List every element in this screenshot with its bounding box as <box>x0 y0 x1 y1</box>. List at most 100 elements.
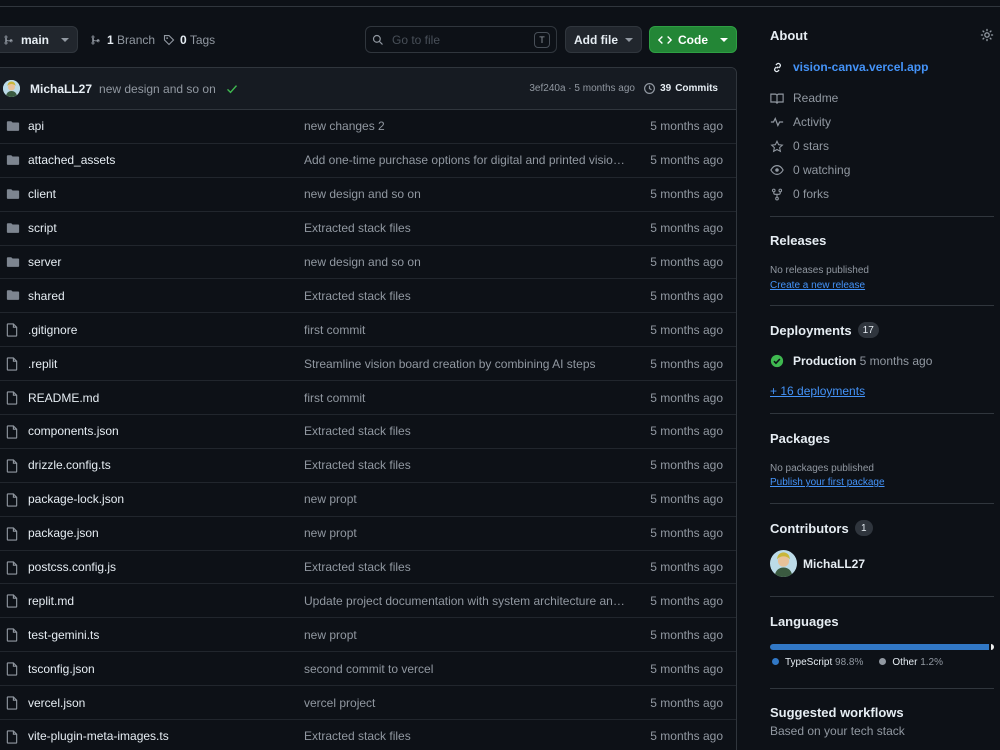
stars-link[interactable]: 0 stars <box>770 139 829 153</box>
file-commit-date: 5 months ago <box>650 424 723 439</box>
file-row[interactable]: vite-plugin-meta-images.ts Extracted stac… <box>0 720 736 750</box>
activity-link[interactable]: Activity <box>770 115 831 129</box>
file-name-link[interactable]: package-lock.json <box>28 492 124 506</box>
eye-icon <box>770 164 784 176</box>
file-commit-date: 5 months ago <box>650 119 723 134</box>
file-name-link[interactable]: .gitignore <box>28 323 77 337</box>
file-commit-message-link[interactable]: Extracted stack files <box>304 424 628 438</box>
contributors-heading[interactable]: Contributors 1 <box>770 520 873 536</box>
branch-selector-button[interactable]: main <box>0 26 78 53</box>
file-row[interactable]: server new design and so on 5 months ago <box>0 246 736 280</box>
file-commit-message-link[interactable]: Update project documentation with system… <box>304 594 628 608</box>
file-name-link[interactable]: components.json <box>28 424 119 438</box>
file-commit-message-link[interactable]: new design and so on <box>304 187 628 201</box>
file-commit-message-link[interactable]: Add one-time purchase options for digita… <box>304 153 628 167</box>
file-row[interactable]: .gitignore first commit 5 months ago <box>0 313 736 348</box>
file-name-link[interactable]: client <box>28 187 56 201</box>
file-name-link[interactable]: postcss.config.js <box>28 560 116 574</box>
file-row[interactable]: attached_assets Add one-time purchase opt… <box>0 144 736 178</box>
language-dot-icon <box>879 658 887 665</box>
contributor-item[interactable]: MichaLL27 <box>770 550 865 577</box>
file-commit-message-link[interactable]: first commit <box>304 323 628 337</box>
file-name-link[interactable]: drizzle.config.ts <box>28 458 111 472</box>
folder-icon <box>6 188 20 200</box>
file-name-link[interactable]: replit.md <box>28 594 74 608</box>
file-name-link[interactable]: script <box>28 221 57 235</box>
file-row[interactable]: README.md first commit 5 months ago <box>0 381 736 416</box>
avatar <box>770 550 797 577</box>
search-input[interactable] <box>392 32 522 47</box>
file-name-link[interactable]: .replit <box>28 357 57 371</box>
deployment-production[interactable]: Production 5 months ago <box>770 354 932 368</box>
commit-author[interactable]: MichaLL27 <box>30 82 92 96</box>
readme-link[interactable]: Readme <box>770 91 838 105</box>
file-row[interactable]: client new design and so on 5 months ago <box>0 178 736 212</box>
pulse-icon <box>770 116 784 128</box>
file-row[interactable]: components.json Extracted stack files 5 mo… <box>0 415 736 449</box>
file-name-link[interactable]: test-gemini.ts <box>28 628 99 642</box>
commit-message[interactable]: new design and so on <box>99 82 216 96</box>
website-link[interactable]: vision-canva.vercel.app <box>771 60 928 74</box>
file-name-link[interactable]: package.json <box>28 526 99 540</box>
file-commit-message-link[interactable]: new propt <box>304 526 628 540</box>
file-commit-message-link[interactable]: Streamline vision board creation by comb… <box>304 357 628 371</box>
file-row[interactable]: vercel.json vercel project 5 months ago <box>0 686 736 721</box>
releases-empty-text: No releases published <box>770 265 869 276</box>
file-commit-message-link[interactable]: first commit <box>304 391 628 405</box>
branches-link[interactable]: 1 Branch <box>90 26 155 53</box>
file-commit-message-link[interactable]: Extracted stack files <box>304 289 628 303</box>
file-name-link[interactable]: attached_assets <box>28 153 115 167</box>
file-commit-message-link[interactable]: second commit to vercel <box>304 662 628 676</box>
file-row[interactable]: package-lock.json new propt 5 months ago <box>0 483 736 517</box>
file-icon <box>6 323 18 337</box>
file-row[interactable]: test-gemini.ts new propt 5 months ago <box>0 618 736 653</box>
add-file-button[interactable]: Add file <box>565 26 642 53</box>
file-name-link[interactable]: vite-plugin-meta-images.ts <box>28 729 169 743</box>
file-row[interactable]: script Extracted stack files 5 months ago <box>0 212 736 246</box>
file-name-link[interactable]: server <box>28 255 61 269</box>
language-legend-item[interactable]: Other 1.2% <box>879 657 943 668</box>
commit-hash-time[interactable]: 3ef240a · 5 months ago <box>529 83 635 94</box>
publish-package-link[interactable]: Publish your first package <box>770 477 885 488</box>
file-row[interactable]: api new changes 2 5 months ago <box>0 110 736 144</box>
file-commit-message-link[interactable]: new changes 2 <box>304 119 628 133</box>
gear-icon[interactable] <box>980 28 994 42</box>
file-commit-date: 5 months ago <box>650 627 723 642</box>
packages-heading[interactable]: Packages <box>770 431 830 446</box>
file-name-link[interactable]: api <box>28 119 44 133</box>
file-name-link[interactable]: shared <box>28 289 65 303</box>
forks-link[interactable]: 0 forks <box>770 187 829 201</box>
file-row[interactable]: replit.md Update project documentation wi… <box>0 584 736 619</box>
file-name-link[interactable]: vercel.json <box>28 696 85 710</box>
tags-link[interactable]: 0 Tags <box>163 26 215 53</box>
file-row[interactable]: .replit Streamline vision board creation … <box>0 347 736 382</box>
file-commit-message-link[interactable]: new propt <box>304 628 628 642</box>
file-row[interactable]: tsconfig.json second commit to vercel 5 mo… <box>0 652 736 687</box>
file-commit-message-link[interactable]: new propt <box>304 492 628 506</box>
avatar[interactable] <box>3 80 20 97</box>
releases-heading[interactable]: Releases <box>770 233 826 248</box>
watching-link[interactable]: 0 watching <box>770 163 850 177</box>
file-commit-message-link[interactable]: new design and so on <box>304 255 628 269</box>
branch-label: Branch <box>117 32 156 47</box>
language-legend-item[interactable]: TypeScript 98.8% <box>772 657 863 668</box>
file-row[interactable]: package.json new propt 5 months ago <box>0 517 736 551</box>
language-bar-segment <box>991 644 994 650</box>
code-button[interactable]: Code <box>649 26 737 53</box>
file-commit-message-link[interactable]: Extracted stack files <box>304 221 628 235</box>
file-row[interactable]: shared Extracted stack files 5 months ago <box>0 279 736 314</box>
file-commit-message-link[interactable]: Extracted stack files <box>304 729 628 743</box>
check-icon[interactable] <box>226 83 238 95</box>
create-release-link[interactable]: Create a new release <box>770 280 865 291</box>
go-to-file-search[interactable]: T <box>365 26 557 53</box>
file-row[interactable]: postcss.config.js Extracted stack files 5 … <box>0 551 736 585</box>
file-commit-message-link[interactable]: Extracted stack files <box>304 458 628 472</box>
file-commit-message-link[interactable]: Extracted stack files <box>304 560 628 574</box>
file-name-link[interactable]: tsconfig.json <box>28 662 95 676</box>
deployments-heading[interactable]: Deployments 17 <box>770 322 879 338</box>
file-name-link[interactable]: README.md <box>28 391 99 405</box>
file-row[interactable]: drizzle.config.ts Extracted stack files 5 … <box>0 449 736 483</box>
commits-link[interactable]: 39 Commits <box>643 82 718 95</box>
file-commit-message-link[interactable]: vercel project <box>304 696 628 710</box>
more-deployments-link[interactable]: + 16 deployments <box>770 384 865 398</box>
